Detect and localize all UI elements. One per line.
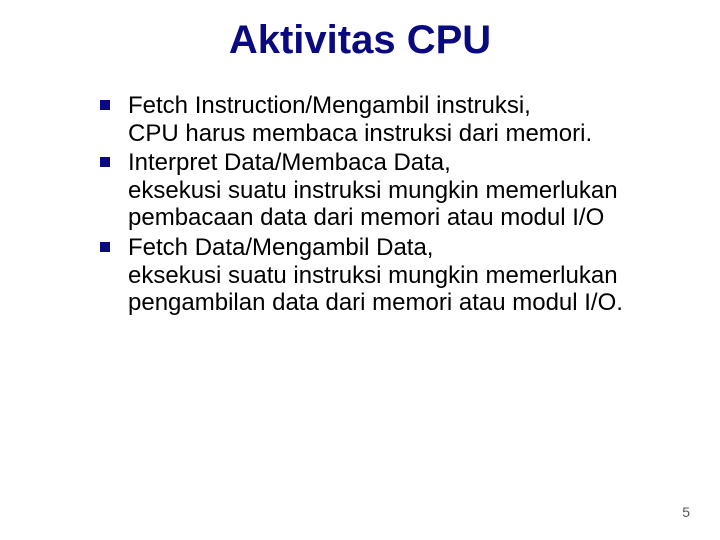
item-heading: Interpret Data/Membaca Data, xyxy=(128,149,660,177)
item-description: CPU harus membaca instruksi dari memori. xyxy=(128,120,660,148)
bullet-icon xyxy=(100,157,110,167)
bullet-icon xyxy=(100,100,110,110)
item-description: eksekusi suatu instruksi mungkin memerlu… xyxy=(128,177,660,232)
slide-content: Fetch Instruction/Mengambil instruksi, C… xyxy=(100,92,660,319)
item-heading: Fetch Data/Mengambil Data, xyxy=(128,234,660,262)
slide: Aktivitas CPU Fetch Instruction/Mengambi… xyxy=(0,0,720,540)
list-item: Fetch Data/Mengambil Data, eksekusi suat… xyxy=(100,234,660,317)
bullet-icon xyxy=(100,242,110,252)
page-number: 5 xyxy=(682,504,690,520)
item-heading: Fetch Instruction/Mengambil instruksi, xyxy=(128,92,660,120)
item-description: eksekusi suatu instruksi mungkin memerlu… xyxy=(128,262,660,317)
list-item: Interpret Data/Membaca Data, eksekusi su… xyxy=(100,149,660,232)
list-item: Fetch Instruction/Mengambil instruksi, C… xyxy=(100,92,660,147)
slide-title: Aktivitas CPU xyxy=(0,18,720,63)
